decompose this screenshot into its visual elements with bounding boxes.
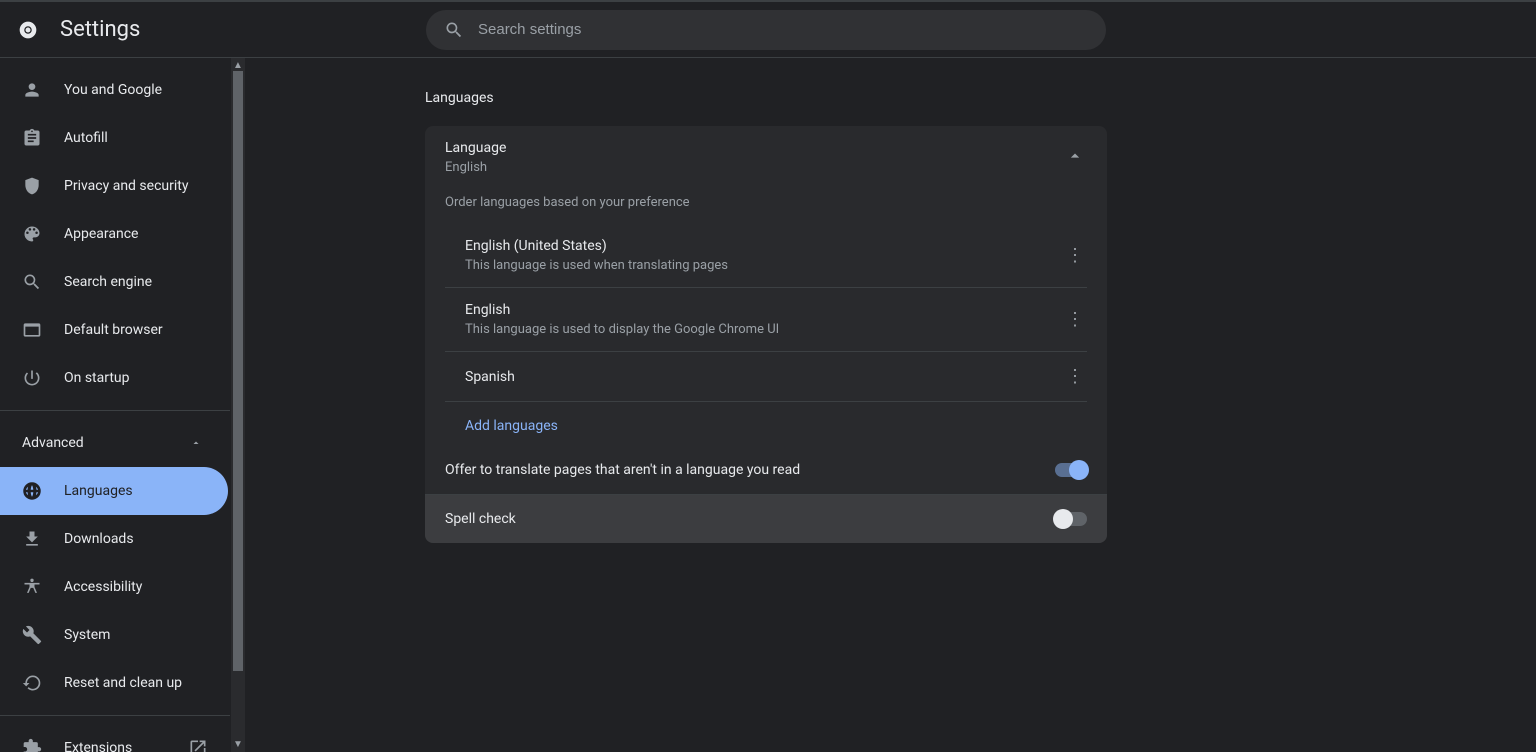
sidebar-item-label: Autofill <box>64 130 108 146</box>
spell-label: Spell check <box>445 511 516 527</box>
page-title: Languages <box>425 90 1107 106</box>
sidebar-item-you-and-google[interactable]: You and Google <box>0 66 230 114</box>
order-hint: Order languages based on your preference <box>425 189 1107 224</box>
extension-icon <box>22 738 42 752</box>
scroll-track[interactable] <box>231 71 245 739</box>
restore-icon <box>22 673 42 693</box>
person-icon <box>22 80 42 100</box>
sidebar-item-accessibility[interactable]: Accessibility <box>0 563 230 611</box>
more-vert-icon[interactable]: ⋮ <box>1063 245 1087 266</box>
language-item: English (United States) This language is… <box>445 224 1087 288</box>
search-icon <box>444 20 464 40</box>
advanced-label: Advanced <box>22 435 84 451</box>
sidebar-item-default-browser[interactable]: Default browser <box>0 306 230 354</box>
search-settings[interactable] <box>426 10 1106 50</box>
search-icon <box>22 272 42 292</box>
language-name: English <box>465 302 779 318</box>
sidebar-item-system[interactable]: System <box>0 611 230 659</box>
sidebar-item-extensions[interactable]: Extensions <box>0 724 230 752</box>
sidebar-item-label: Search engine <box>64 274 152 290</box>
wrench-icon <box>22 625 42 645</box>
language-item: English This language is used to display… <box>445 288 1087 352</box>
sidebar-item-label: Privacy and security <box>64 178 188 194</box>
sidebar-item-on-startup[interactable]: On startup <box>0 354 230 402</box>
sidebar-item-search-engine[interactable]: Search engine <box>0 258 230 306</box>
language-title: Language <box>445 140 506 156</box>
open-in-new-icon <box>188 738 208 752</box>
spell-check-row: Spell check <box>425 495 1107 543</box>
add-languages-button[interactable]: Add languages <box>445 402 1087 450</box>
sidebar-item-label: Languages <box>64 483 133 499</box>
sidebar-scrollbar[interactable]: ▲ ▼ <box>231 58 245 752</box>
palette-icon <box>22 224 42 244</box>
sidebar-section-advanced[interactable]: Advanced <box>0 419 230 467</box>
more-vert-icon[interactable]: ⋮ <box>1063 309 1087 330</box>
content: Languages Language English Order languag… <box>245 58 1536 752</box>
shield-icon <box>22 176 42 196</box>
language-desc: This language is used to display the Goo… <box>465 322 779 337</box>
search-input[interactable] <box>478 21 1088 38</box>
language-item: Spanish ⋮ <box>445 352 1087 402</box>
sidebar-item-label: Default browser <box>64 322 163 338</box>
power-icon <box>22 368 42 388</box>
translate-label: Offer to translate pages that aren't in … <box>445 462 800 478</box>
clipboard-icon <box>22 128 42 148</box>
caret-up-icon <box>186 433 206 453</box>
sidebar-item-languages[interactable]: Languages <box>0 467 228 515</box>
sidebar-item-downloads[interactable]: Downloads <box>0 515 230 563</box>
scroll-up-icon[interactable]: ▲ <box>233 60 243 71</box>
accessibility-icon <box>22 577 42 597</box>
sidebar-item-autofill[interactable]: Autofill <box>0 114 230 162</box>
more-vert-icon[interactable]: ⋮ <box>1063 366 1087 387</box>
browser-icon <box>22 320 42 340</box>
sidebar: You and Google Autofill Privacy and secu… <box>0 58 231 752</box>
language-desc: This language is used when translating p… <box>465 258 728 273</box>
topbar: Settings <box>0 0 1536 58</box>
sidebar-item-label: Appearance <box>64 226 138 242</box>
language-name: Spanish <box>465 369 515 385</box>
divider <box>0 410 230 411</box>
sidebar-item-label: Reset and clean up <box>64 675 182 691</box>
translate-row: Offer to translate pages that aren't in … <box>425 450 1107 495</box>
language-value: English <box>445 160 506 175</box>
download-icon <box>22 529 42 549</box>
sidebar-item-label: System <box>64 627 110 643</box>
sidebar-item-label: Accessibility <box>64 579 142 595</box>
chrome-icon <box>18 20 38 40</box>
divider <box>0 715 230 716</box>
language-card: Language English Order languages based o… <box>425 126 1107 543</box>
sidebar-item-label: Downloads <box>64 531 134 547</box>
sidebar-item-label: Extensions <box>64 740 166 752</box>
app-title: Settings <box>60 17 140 42</box>
globe-icon <box>22 481 42 501</box>
language-name: English (United States) <box>465 238 728 254</box>
translate-toggle[interactable] <box>1055 463 1087 477</box>
spell-check-toggle[interactable] <box>1055 512 1087 526</box>
scroll-thumb[interactable] <box>233 71 243 671</box>
language-header-row[interactable]: Language English <box>425 126 1107 189</box>
scroll-down-icon[interactable]: ▼ <box>233 739 243 750</box>
language-list: English (United States) This language is… <box>425 224 1107 450</box>
sidebar-item-reset[interactable]: Reset and clean up <box>0 659 230 707</box>
sidebar-item-appearance[interactable]: Appearance <box>0 210 230 258</box>
chevron-up-icon[interactable] <box>1063 146 1087 170</box>
sidebar-item-label: You and Google <box>64 82 162 98</box>
sidebar-item-label: On startup <box>64 370 130 386</box>
sidebar-item-privacy[interactable]: Privacy and security <box>0 162 230 210</box>
